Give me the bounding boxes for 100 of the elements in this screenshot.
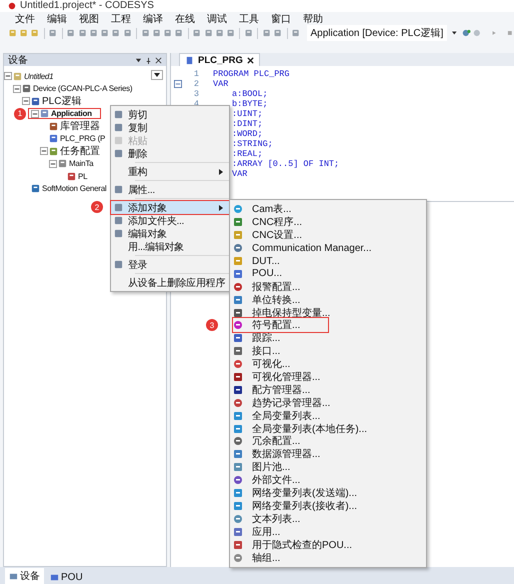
menu-item[interactable]: 跟踪... xyxy=(230,332,426,345)
menu-item[interactable]: Communication Manager... xyxy=(230,242,426,255)
menu-item[interactable]: 登录 xyxy=(111,258,229,271)
menu-item[interactable]: 用于隐式检查的POU... xyxy=(230,538,426,552)
menu-item[interactable]: 冗余配置... xyxy=(230,435,426,448)
expander-icon[interactable] xyxy=(40,147,48,156)
panel-tab[interactable]: 设备 xyxy=(5,568,44,584)
menu-item[interactable]: 全局变量列表(本地任务)... xyxy=(230,422,426,436)
menu-item[interactable]: 可视化管理器... xyxy=(230,370,426,384)
caret-icon[interactable] xyxy=(135,56,142,64)
menu-item[interactable]: 网络变量列表(接收者)... xyxy=(230,499,426,512)
stop-icon[interactable] xyxy=(506,28,514,38)
object-icon xyxy=(233,308,243,318)
object-icon xyxy=(233,346,243,356)
menu-item[interactable]: 帮助 xyxy=(303,12,323,26)
object-icon xyxy=(233,204,243,214)
expander-icon[interactable] xyxy=(13,84,21,93)
tree-item[interactable]: 任务配置 xyxy=(60,144,100,158)
menu-item[interactable]: 全局变量列表... xyxy=(230,409,426,422)
close-icon[interactable] xyxy=(155,56,162,64)
tree-item[interactable]: PLC_PRG (P xyxy=(60,134,106,144)
menu-item[interactable]: POU... xyxy=(230,267,426,280)
menu-item[interactable]: 外部文件... xyxy=(230,474,426,487)
code-line: :DINT; xyxy=(232,119,263,129)
tab-icon xyxy=(9,572,18,580)
menu-item[interactable]: 网络变量列表(发送端)... xyxy=(230,486,426,500)
tree-item[interactable]: Untitled1 xyxy=(24,72,54,81)
menu-item[interactable]: 工具 xyxy=(239,12,259,26)
expander-icon[interactable] xyxy=(22,97,30,106)
menu-item[interactable]: 从设备上删除应用程序 xyxy=(111,276,229,289)
code-line: :REAL; xyxy=(232,149,263,159)
menu-item[interactable]: 复制 xyxy=(111,121,229,134)
menu-item[interactable]: Cam表... xyxy=(230,203,426,216)
play-icon[interactable] xyxy=(490,28,498,38)
menu-item[interactable]: 在线 xyxy=(175,12,195,26)
menu-item[interactable]: 报警配置... xyxy=(230,280,426,294)
menu-item[interactable]: 掉电保持型变量... xyxy=(230,306,426,320)
menu-item[interactable]: DUT... xyxy=(230,254,426,268)
object-icon xyxy=(233,398,243,408)
tree-item[interactable]: Application xyxy=(51,109,92,118)
expander-icon[interactable] xyxy=(31,110,39,118)
menu-item[interactable]: 可视化... xyxy=(230,358,426,371)
editor-tab[interactable]: PLC_PRG xyxy=(179,53,260,66)
menu-item[interactable]: 属性... xyxy=(111,183,229,196)
caret-icon[interactable] xyxy=(452,31,457,35)
tree-item[interactable]: PL xyxy=(78,172,88,181)
panel-title: 设备 xyxy=(8,54,29,67)
menu-item[interactable]: 添加对象 xyxy=(111,201,229,214)
expander-icon[interactable] xyxy=(49,160,57,168)
tab-icon xyxy=(50,573,59,582)
tree-item[interactable]: PLC逻辑 xyxy=(42,94,82,108)
object-icon xyxy=(233,500,243,511)
code-line: b:BYTE; xyxy=(232,99,268,109)
code-line: PROGRAM PLC_PRG xyxy=(213,69,290,79)
tree-item[interactable]: Device (GCAN-PLC-A Series) xyxy=(33,84,132,94)
menu-item[interactable]: 调试 xyxy=(207,12,227,26)
menu-item[interactable]: 重构 xyxy=(111,165,229,178)
tree-item[interactable]: MainTa xyxy=(69,159,94,168)
object-icon xyxy=(233,384,243,395)
menu-item[interactable]: 文本列表... xyxy=(230,512,426,526)
menu-item[interactable]: 编辑对象 xyxy=(111,227,229,240)
application-dropdown[interactable]: Application [Device: PLC逻辑] xyxy=(306,25,448,41)
code-line: :STRING; xyxy=(232,139,273,149)
menu-item[interactable]: 轴组... xyxy=(230,551,426,564)
object-icon xyxy=(233,540,243,550)
close-icon[interactable] xyxy=(246,56,254,64)
menu-item[interactable]: 符号配置... xyxy=(230,319,426,332)
menu-item[interactable]: 编译 xyxy=(143,12,163,26)
dropdown-button[interactable] xyxy=(151,70,163,80)
line-number: 2 xyxy=(194,79,199,89)
object-icon xyxy=(233,320,243,330)
menu-item[interactable]: 工程 xyxy=(111,12,131,26)
code-line: a:BOOL; xyxy=(232,89,268,99)
menu-item[interactable]: 窗口 xyxy=(271,12,291,26)
object-icon xyxy=(233,424,243,434)
menu-item[interactable]: 配方管理器... xyxy=(230,383,426,396)
pin-icon[interactable] xyxy=(145,56,152,64)
menu-item[interactable]: 文件 xyxy=(15,12,35,26)
menu-item[interactable]: 视图 xyxy=(79,12,99,26)
object-icon xyxy=(233,217,243,228)
menu-item[interactable]: 用...编辑对象 xyxy=(111,240,229,253)
menu-item[interactable]: 编辑 xyxy=(47,12,67,26)
menu-item[interactable]: 图片池... xyxy=(230,460,426,474)
menu-item[interactable]: 趋势记录管理器... xyxy=(230,396,426,410)
tree-item[interactable]: SoftMotion General xyxy=(42,184,106,194)
menu-item[interactable]: 删除 xyxy=(111,147,229,160)
tree-item[interactable]: 库管理器 xyxy=(60,119,100,134)
collapse-icon[interactable] xyxy=(174,80,182,88)
menu-item[interactable]: 单位转换... xyxy=(230,293,426,306)
menu-item[interactable]: CNC设置... xyxy=(230,228,426,242)
object-icon xyxy=(233,372,243,382)
menu-item[interactable]: 接口... xyxy=(230,344,426,358)
menu-item[interactable]: 剪切 xyxy=(111,108,229,121)
app-icon xyxy=(8,2,16,10)
menu-item[interactable]: 应用... xyxy=(230,525,426,538)
menu-item[interactable]: CNC程序... xyxy=(230,216,426,229)
expander-icon[interactable] xyxy=(4,72,12,80)
menu-item[interactable]: 数据源管理器... xyxy=(230,448,426,461)
menu-item[interactable]: 添加文件夹... xyxy=(111,214,229,227)
code-line: VAR xyxy=(232,169,248,179)
